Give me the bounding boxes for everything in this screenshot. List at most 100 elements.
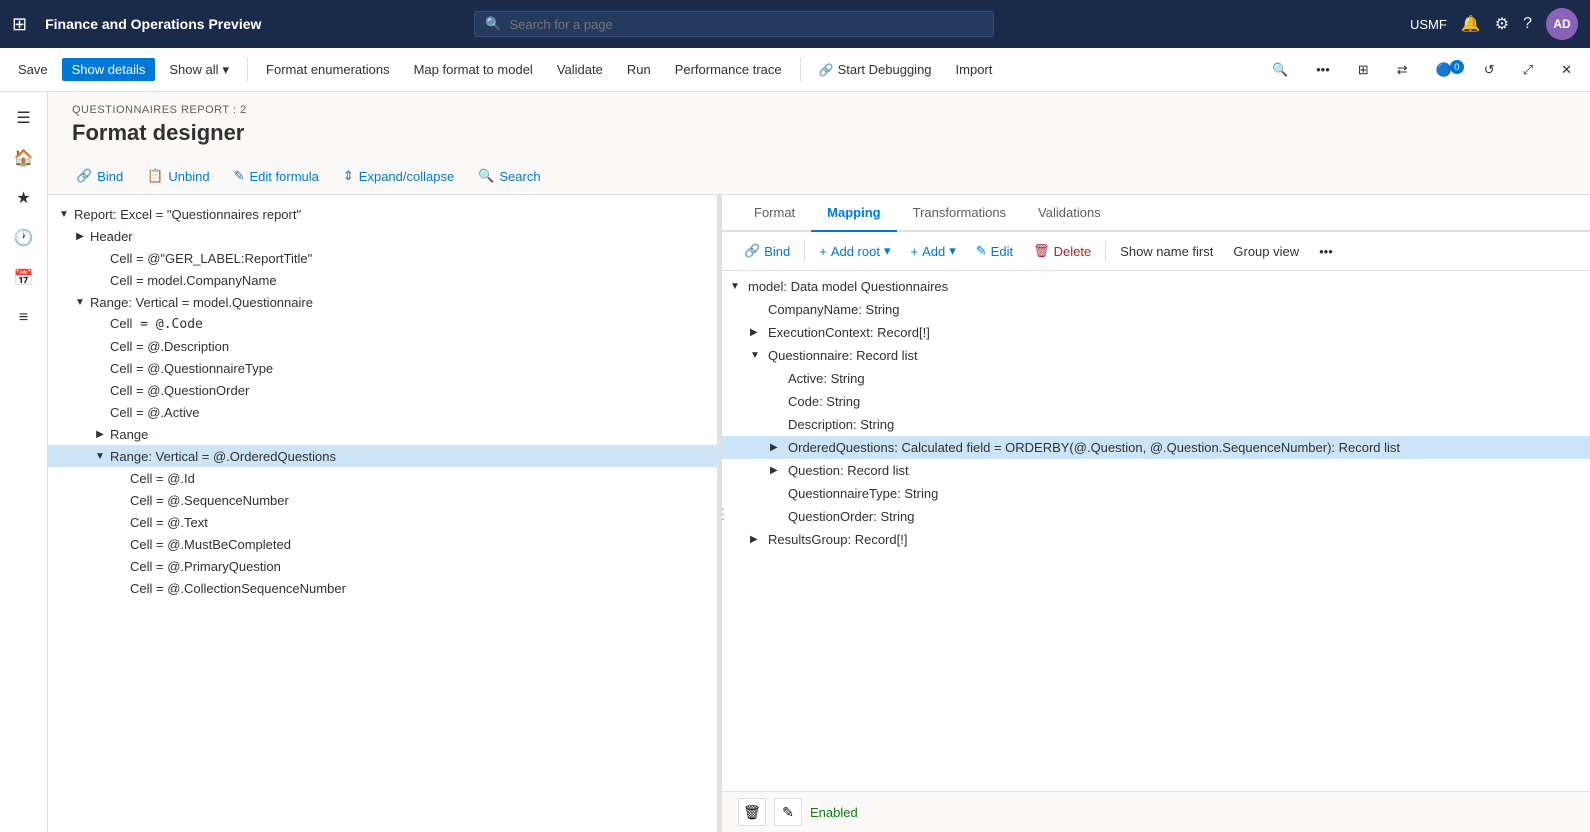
- show-all-button[interactable]: Show all ▾: [159, 58, 239, 82]
- mapping-node[interactable]: Description: String: [722, 413, 1590, 436]
- validate-button[interactable]: Validate: [547, 58, 613, 81]
- tree-node[interactable]: ▼ Range: Vertical = @.OrderedQuestions: [48, 445, 717, 467]
- grid-view-button[interactable]: ⊞: [1348, 58, 1379, 82]
- help-icon[interactable]: ?: [1523, 15, 1532, 33]
- mapping-node[interactable]: QuestionOrder: String: [722, 505, 1590, 528]
- mapping-node[interactable]: ▶ OrderedQuestions: Calculated field = O…: [722, 436, 1590, 459]
- search-toolbar-button[interactable]: 🔍 Search: [474, 166, 544, 186]
- search-input[interactable]: [509, 17, 983, 32]
- add-button[interactable]: + Add ▾: [905, 240, 962, 262]
- mapping-node[interactable]: Active: String: [722, 367, 1590, 390]
- tree-label-3: Cell = model.CompanyName: [110, 273, 277, 288]
- tree-node[interactable]: ▼ Range: Vertical = model.Questionnaire: [48, 291, 717, 313]
- mapping-node[interactable]: ▶ Question: Record list: [722, 459, 1590, 482]
- map-sep-2: [1105, 241, 1106, 261]
- delete-bottom-button[interactable]: 🗑: [738, 798, 766, 826]
- tree-node[interactable]: Cell = @.QuestionnaireType: [48, 357, 717, 379]
- popout-button[interactable]: ⤢: [1513, 58, 1543, 82]
- tree-node[interactable]: Cell = @.SequenceNumber: [48, 489, 717, 511]
- bind-button[interactable]: 🔗 Bind: [72, 166, 127, 186]
- tree-node[interactable]: Cell = @.Code: [48, 313, 717, 335]
- add-chevron: ▾: [949, 243, 956, 259]
- group-view-label: Group view: [1233, 244, 1299, 259]
- tree-node[interactable]: Cell = @.Id: [48, 467, 717, 489]
- tree-node[interactable]: ▼ Report: Excel = "Questionnaires report…: [48, 203, 717, 225]
- tab-format[interactable]: Format: [738, 195, 811, 232]
- edit-button[interactable]: ✎ Edit: [970, 240, 1019, 262]
- badge-button[interactable]: 🔵0: [1426, 58, 1466, 82]
- format-enumerations-button[interactable]: Format enumerations: [256, 58, 400, 81]
- tree-node[interactable]: Cell = @.MustBeCompleted: [48, 533, 717, 555]
- tree-expander-9: [92, 404, 108, 420]
- settings-icon[interactable]: ⚙: [1495, 14, 1509, 34]
- add-root-button[interactable]: + Add root ▾: [813, 240, 896, 262]
- mapping-node[interactable]: ▼ Questionnaire: Record list: [722, 344, 1590, 367]
- search-bar[interactable]: 🔍: [474, 11, 994, 37]
- edit-bottom-button[interactable]: ✎: [774, 798, 802, 826]
- mapping-node[interactable]: QuestionnaireType: String: [722, 482, 1590, 505]
- tree-label-10: Range: [110, 427, 148, 442]
- mapping-node[interactable]: Code: String: [722, 390, 1590, 413]
- tree-label-6: Cell = @.Description: [110, 339, 229, 354]
- notification-icon[interactable]: 🔔: [1461, 14, 1481, 34]
- splitter[interactable]: [718, 195, 722, 832]
- show-details-button[interactable]: Show details: [62, 58, 156, 81]
- start-debugging-button[interactable]: 🔗 Start Debugging: [809, 58, 942, 81]
- map-label-11: ResultsGroup: Record[!]: [768, 532, 907, 547]
- expand-collapse-button[interactable]: ⇕ Expand/collapse: [339, 166, 458, 186]
- sidebar-icon-home[interactable]: 🏠: [6, 140, 42, 176]
- map-format-to-model-button[interactable]: Map format to model: [404, 58, 543, 81]
- unbind-icon: 📋: [147, 168, 163, 184]
- tree-node[interactable]: Cell = @.Active: [48, 401, 717, 423]
- delete-button[interactable]: 🗑 Delete: [1027, 240, 1097, 262]
- mapping-node[interactable]: ▼ model: Data model Questionnaires: [722, 275, 1590, 298]
- mapping-node[interactable]: ▶ ExecutionContext: Record[!]: [722, 321, 1590, 344]
- tree-node[interactable]: ▶ Range: [48, 423, 717, 445]
- tree-node[interactable]: Cell = model.CompanyName: [48, 269, 717, 291]
- sidebar-icon-calendar[interactable]: 📅: [6, 260, 42, 296]
- performance-trace-button[interactable]: Performance trace: [665, 58, 792, 81]
- app-grid-icon[interactable]: ⊞: [12, 14, 27, 35]
- save-button[interactable]: Save: [8, 58, 58, 81]
- tree-node[interactable]: Cell = @.Text: [48, 511, 717, 533]
- tree-node[interactable]: Cell = @.Description: [48, 335, 717, 357]
- sidebar-icon-list[interactable]: ≡: [6, 300, 42, 336]
- tree-scroll[interactable]: ▼ Report: Excel = "Questionnaires report…: [48, 195, 717, 832]
- tree-label-2: Cell = @"GER_LABEL:ReportTitle": [110, 251, 312, 266]
- tab-validations[interactable]: Validations: [1022, 195, 1117, 232]
- refresh-button[interactable]: ↺: [1474, 58, 1505, 82]
- tab-transformations[interactable]: Transformations: [897, 195, 1022, 232]
- tab-mapping[interactable]: Mapping: [811, 195, 896, 232]
- sidebar-icon-star[interactable]: ★: [6, 180, 42, 216]
- run-button[interactable]: Run: [617, 58, 661, 81]
- map-label-0: model: Data model Questionnaires: [748, 279, 948, 294]
- map-label-6: Description: String: [788, 417, 894, 432]
- mapping-node[interactable]: ▶ ResultsGroup: Record[!]: [722, 528, 1590, 551]
- mapping-scroll[interactable]: ▼ model: Data model Questionnaires Compa…: [722, 271, 1590, 791]
- compare-button[interactable]: ⇄: [1387, 58, 1418, 82]
- close-button[interactable]: ✕: [1551, 58, 1582, 82]
- unbind-label: Unbind: [168, 169, 209, 184]
- group-view-button[interactable]: Group view: [1227, 241, 1305, 262]
- mapping-node[interactable]: CompanyName: String: [722, 298, 1590, 321]
- sidebar-icon-menu[interactable]: ☰: [6, 100, 42, 136]
- import-button[interactable]: Import: [946, 58, 1003, 81]
- edit-formula-button[interactable]: ✎ Edit formula: [230, 166, 323, 186]
- show-name-first-button[interactable]: Show name first: [1114, 241, 1219, 262]
- tree-node[interactable]: Cell = @.CollectionSequenceNumber: [48, 577, 717, 599]
- search-cmd-button[interactable]: 🔍: [1262, 58, 1298, 82]
- show-name-first-label: Show name first: [1120, 244, 1213, 259]
- unbind-button[interactable]: 📋 Unbind: [143, 166, 213, 186]
- map-expander-3: ▼: [750, 350, 766, 361]
- search-icon: 🔍: [485, 16, 501, 32]
- tree-node[interactable]: Cell = @.QuestionOrder: [48, 379, 717, 401]
- avatar[interactable]: AD: [1546, 8, 1578, 40]
- sidebar-icon-recent[interactable]: 🕐: [6, 220, 42, 256]
- tree-node[interactable]: ▶ Header: [48, 225, 717, 247]
- map-bind-button[interactable]: 🔗 Bind: [738, 240, 796, 262]
- tree-node[interactable]: Cell = @"GER_LABEL:ReportTitle": [48, 247, 717, 269]
- tree-expander-1: ▶: [72, 228, 88, 244]
- more-mapping-button[interactable]: •••: [1313, 241, 1339, 262]
- tree-node[interactable]: Cell = @.PrimaryQuestion: [48, 555, 717, 577]
- more-button[interactable]: •••: [1306, 58, 1340, 81]
